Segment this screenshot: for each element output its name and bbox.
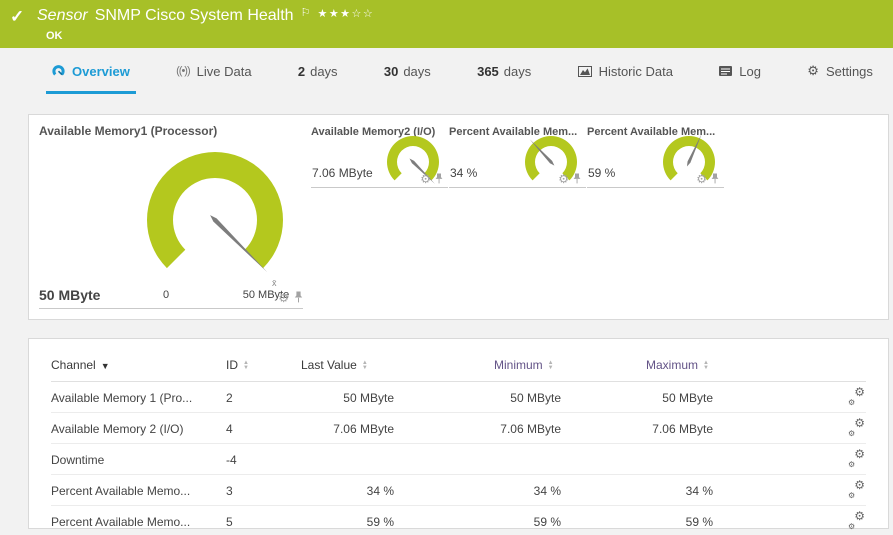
- tab-historic-data[interactable]: Historic Data: [570, 48, 681, 94]
- maximum-cell: 7.06 MByte: [646, 413, 796, 444]
- channel-cell: Available Memory 2 (I/O): [51, 413, 226, 444]
- table-row: Percent Available Memo... 5 59 % 59 % 59…: [51, 506, 866, 535]
- minimum-cell: 59 %: [494, 506, 646, 535]
- tab-overview[interactable]: Overview: [44, 48, 138, 94]
- last-value-cell: 59 %: [301, 506, 494, 535]
- channel-settings-icon[interactable]: ⚙⚙: [848, 482, 865, 496]
- small-gauge-tiles: Available Memory2 (I/O) 7.06 MByte ⚙ Per…: [311, 115, 725, 319]
- gauge-tile-percent-memory-1: Percent Available Mem... 34 % ⚙: [449, 126, 586, 188]
- channel-settings-icon[interactable]: ⚙⚙: [848, 389, 865, 403]
- maximum-cell: 50 MByte: [646, 382, 796, 413]
- tab-2-days[interactable]: 2 days: [290, 48, 346, 94]
- tab-30-days[interactable]: 30 days: [376, 48, 439, 94]
- tab-bar: Overview ((•)) Live Data 2 days 30 days …: [0, 48, 893, 94]
- log-icon: [719, 66, 732, 76]
- tab-log[interactable]: Log: [711, 48, 769, 94]
- minimum-cell: [494, 444, 646, 475]
- primary-gauge: x̄ 0 50 MByte: [75, 132, 345, 304]
- channel-cell: Available Memory 1 (Pro...: [51, 382, 226, 413]
- pin-icon[interactable]: [711, 173, 719, 184]
- broadcast-icon: ((•)): [176, 65, 190, 77]
- last-value-cell: 34 %: [301, 475, 494, 506]
- channel-settings-icon[interactable]: ⚙⚙: [848, 513, 865, 527]
- gauge-tile-percent-memory-2: Percent Available Mem... 59 % ⚙: [587, 126, 724, 188]
- channel-settings-icon[interactable]: ⚙⚙: [848, 451, 865, 465]
- pin-icon[interactable]: [294, 291, 303, 303]
- last-value-cell: 7.06 MByte: [301, 413, 494, 444]
- active-tab-underline: [46, 91, 136, 94]
- id-cell: -4: [226, 444, 301, 475]
- priority-stars[interactable]: ★★★☆☆: [317, 7, 374, 20]
- column-header-maximum[interactable]: Maximum▲▼: [646, 355, 796, 382]
- gauge-settings-gear-icon[interactable]: ⚙: [696, 174, 707, 184]
- channel-table: Channel▼ ID▲▼ Last Value▲▼ Minimum▲▼ Max…: [51, 355, 866, 535]
- sort-icon: ▲▼: [362, 361, 368, 371]
- gauge-settings-gear-icon[interactable]: ⚙: [420, 174, 431, 184]
- last-value-cell: [301, 444, 494, 475]
- primary-gauge-tile: Available Memory1 (Processor) x̄ 0 50 MB…: [29, 115, 311, 319]
- gear-icon: ⚙: [807, 63, 819, 79]
- tab-365-days[interactable]: 365 days: [469, 48, 539, 94]
- channel-cell: Downtime: [51, 444, 226, 475]
- minimum-cell: 7.06 MByte: [494, 413, 646, 444]
- flag-icon[interactable]: ⚐: [301, 6, 311, 19]
- id-cell: 4: [226, 413, 301, 444]
- gauge-tile-available-memory2: Available Memory2 (I/O) 7.06 MByte ⚙: [311, 126, 448, 188]
- table-row: Available Memory 2 (I/O) 4 7.06 MByte 7.…: [51, 413, 866, 444]
- column-header-minimum[interactable]: Minimum▲▼: [494, 355, 646, 382]
- id-cell: 5: [226, 506, 301, 535]
- tab-live-data[interactable]: ((•)) Live Data: [168, 48, 259, 94]
- maximum-cell: 59 %: [646, 506, 796, 535]
- minimum-cell: 50 MByte: [494, 382, 646, 413]
- id-cell: 2: [226, 382, 301, 413]
- channel-cell: Percent Available Memo...: [51, 475, 226, 506]
- channel-cell: Percent Available Memo...: [51, 506, 226, 535]
- maximum-cell: 34 %: [646, 475, 796, 506]
- status-ok-check-icon: ✓: [10, 7, 24, 27]
- chart-icon: [578, 66, 592, 77]
- column-header-actions: [796, 355, 866, 382]
- sort-desc-icon: ▼: [101, 361, 110, 371]
- status-badge: OK: [46, 30, 63, 42]
- sort-icon: ▲▼: [548, 361, 554, 371]
- pin-icon[interactable]: [573, 173, 581, 184]
- gauge-value: 34 %: [450, 166, 477, 180]
- maximum-cell: [646, 444, 796, 475]
- pin-icon[interactable]: [435, 173, 443, 184]
- column-header-id[interactable]: ID▲▼: [226, 355, 301, 382]
- last-value-cell: 50 MByte: [301, 382, 494, 413]
- gauge-icon: [52, 65, 65, 77]
- gauge-settings-gear-icon[interactable]: ⚙: [558, 174, 569, 184]
- table-row: Downtime -4 ⚙⚙: [51, 444, 866, 475]
- gauge-value: 59 %: [588, 166, 615, 180]
- sort-icon: ▲▼: [703, 361, 709, 371]
- table-row: Available Memory 1 (Pro... 2 50 MByte 50…: [51, 382, 866, 413]
- column-header-last-value[interactable]: Last Value▲▼: [301, 355, 494, 382]
- channel-settings-icon[interactable]: ⚙⚙: [848, 420, 865, 434]
- gauge-value: 7.06 MByte: [312, 166, 373, 180]
- tab-settings[interactable]: ⚙ Settings: [799, 48, 881, 94]
- id-cell: 3: [226, 475, 301, 506]
- sensor-title: SNMP Cisco System Health: [95, 5, 294, 27]
- gauges-panel: Available Memory1 (Processor) x̄ 0 50 MB…: [28, 114, 889, 320]
- sensor-header-bar: ✓ Sensor SNMP Cisco System Health ⚐ ★★★☆…: [0, 0, 893, 48]
- table-row: Percent Available Memo... 3 34 % 34 % 34…: [51, 475, 866, 506]
- primary-gauge-value: 50 MByte: [39, 287, 100, 303]
- channel-table-panel: Channel▼ ID▲▼ Last Value▲▼ Minimum▲▼ Max…: [28, 338, 889, 529]
- column-header-channel[interactable]: Channel▼: [51, 355, 226, 382]
- gauge-settings-gear-icon[interactable]: ⚙: [278, 293, 289, 303]
- minimum-cell: 34 %: [494, 475, 646, 506]
- sensor-kind-label: Sensor: [37, 5, 88, 27]
- sort-icon: ▲▼: [243, 361, 249, 371]
